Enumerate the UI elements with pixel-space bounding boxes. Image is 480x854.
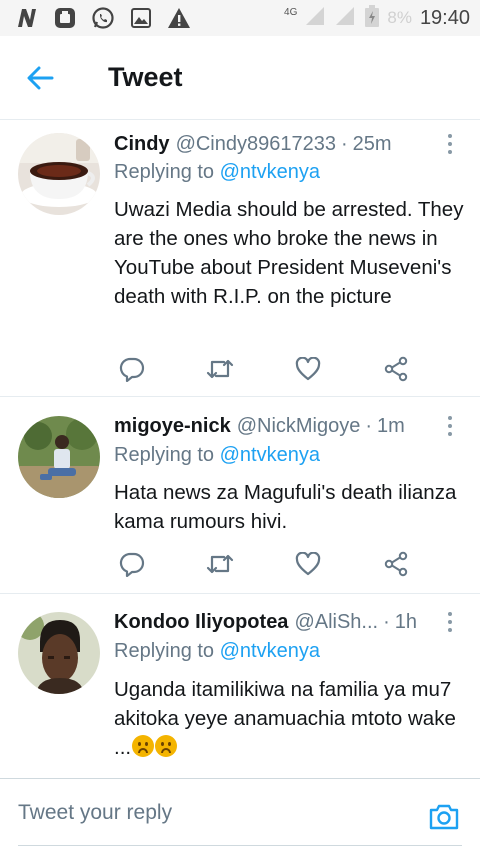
camera-button[interactable]: [426, 799, 462, 835]
page-title: Tweet: [108, 62, 183, 92]
more-options-icon[interactable]: [440, 411, 460, 441]
replying-to: Replying to @ntvkenya: [114, 161, 320, 184]
like-icon[interactable]: [290, 351, 326, 387]
author-handle[interactable]: @NickMigoye: [237, 415, 361, 438]
battery-level: 8%: [387, 8, 412, 27]
share-icon[interactable]: [378, 546, 414, 582]
replying-to: Replying to @ntvkenya: [114, 444, 320, 467]
tweet[interactable]: Kondoo Iliyopotea @AliSh... · 1h Replyin…: [0, 595, 480, 778]
clock: 19:40: [419, 6, 470, 29]
tweet-header: Cindy @Cindy89617233 · 25m: [114, 129, 440, 159]
reply-bar: [0, 778, 480, 854]
avatar[interactable]: [18, 416, 100, 498]
camera-icon: [429, 804, 459, 830]
author-handle[interactable]: @AliSh...: [294, 611, 378, 634]
network-type: 4G: [284, 6, 298, 18]
separator: ·: [340, 132, 348, 155]
warning-icon: [166, 5, 192, 31]
mention-link[interactable]: @ntvkenya: [220, 161, 320, 183]
tweet-header: migoye-nick @NickMigoye · 1m: [114, 411, 440, 441]
tweet[interactable]: Cindy @Cindy89617233 · 25m Replying to @…: [0, 121, 480, 397]
author-handle[interactable]: @Cindy89617233: [176, 133, 336, 156]
mention-link[interactable]: @ntvkenya: [220, 444, 320, 466]
replying-to: Replying to @ntvkenya: [114, 640, 320, 663]
frowning-face-icon: [132, 735, 155, 757]
tweet-text: Uwazi Media should be arrested. They are…: [114, 198, 464, 308]
avatar[interactable]: [18, 612, 100, 694]
frowning-face-icon: [155, 735, 178, 757]
image-icon: [128, 5, 154, 31]
tweet-actions: [114, 351, 414, 387]
replying-to-label: Replying to: [114, 444, 220, 466]
reply-icon[interactable]: [114, 351, 150, 387]
reply-input[interactable]: [18, 801, 398, 825]
tweet-text: Hata news za Magufuli's death ilianza ka…: [114, 481, 457, 533]
tweet-text: Uganda itamilikiwa na familia ya mu7 aki…: [114, 675, 464, 762]
replying-to-label: Replying to: [114, 640, 220, 662]
status-bar: 4G 8% 19:40: [0, 0, 480, 36]
separator: ·: [383, 610, 390, 633]
retweet-icon[interactable]: [202, 546, 238, 582]
tweet-time: 1h: [394, 610, 418, 633]
tweet-time: 1m: [377, 414, 405, 437]
app-header: Tweet: [0, 36, 480, 120]
separator: ·: [365, 414, 373, 437]
signal-icon: [305, 6, 327, 31]
more-options-icon[interactable]: [440, 129, 460, 159]
more-options-icon[interactable]: [440, 607, 460, 637]
reply-icon[interactable]: [114, 546, 150, 582]
tweet-time: 25m: [352, 132, 392, 155]
signal-icon: [335, 6, 357, 31]
author-name[interactable]: Kondoo Iliyopotea: [114, 611, 288, 634]
author-name[interactable]: migoye-nick: [114, 415, 231, 438]
author-name[interactable]: Cindy: [114, 133, 170, 156]
mention-link[interactable]: @ntvkenya: [220, 640, 320, 662]
tweet-actions: [114, 546, 414, 582]
tweet[interactable]: migoye-nick @NickMigoye · 1m Replying to…: [0, 398, 480, 594]
retweet-icon[interactable]: [202, 351, 238, 387]
n-app-icon: [14, 5, 40, 31]
back-arrow-icon: [27, 66, 54, 89]
message-icon: [52, 5, 78, 31]
whatsapp-icon: [90, 5, 116, 31]
tweet-header: Kondoo Iliyopotea @AliSh... · 1h: [114, 607, 440, 637]
battery-icon: [365, 4, 380, 32]
share-icon[interactable]: [378, 351, 414, 387]
back-button[interactable]: [0, 36, 90, 120]
like-icon[interactable]: [290, 546, 326, 582]
replying-to-label: Replying to: [114, 161, 220, 183]
avatar[interactable]: [18, 133, 100, 215]
divider: [18, 845, 462, 846]
